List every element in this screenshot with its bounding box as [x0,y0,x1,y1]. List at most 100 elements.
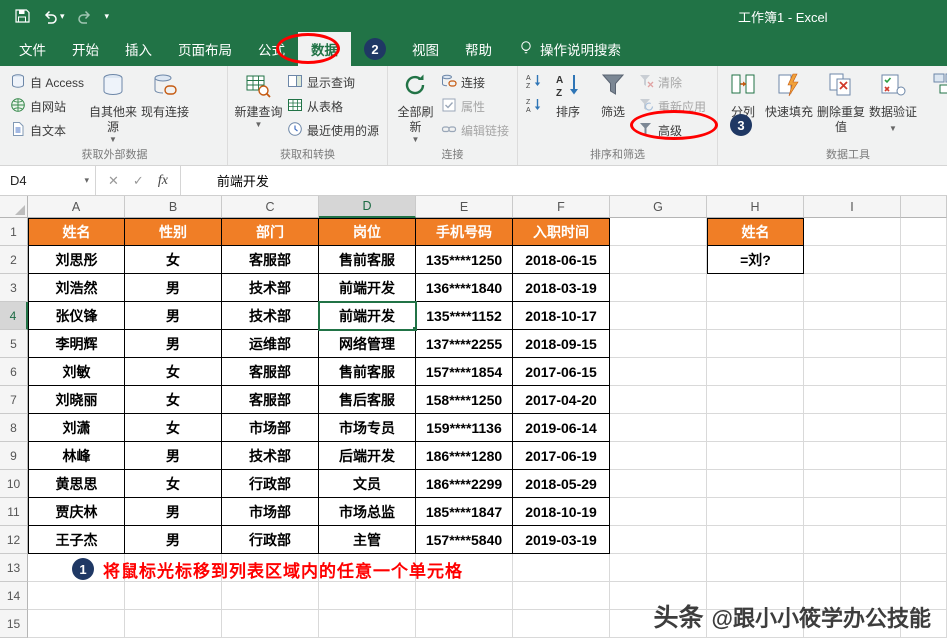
row-header-2[interactable]: 2 [0,246,28,274]
connections-button[interactable]: 连接 [438,71,512,93]
text-to-columns-button[interactable]: 分列 [723,69,763,120]
remove-duplicates-button[interactable]: 删除重复值 [815,69,867,135]
row-header-7[interactable]: 7 [0,386,28,414]
cell-B11[interactable]: 男 [125,498,222,526]
cell-I13[interactable] [804,554,901,582]
cell-F11[interactable]: 2018-10-19 [513,498,610,526]
cell-E12[interactable]: 157****5840 [416,526,513,554]
clear-filter-button[interactable]: 清除 [635,71,709,93]
cell-C7[interactable]: 客服部 [222,386,319,414]
from-web-button[interactable]: 自网站 [7,95,87,117]
row-header-10[interactable]: 10 [0,470,28,498]
column-header-G[interactable]: G [610,196,707,218]
from-access-button[interactable]: 自 Access [7,71,87,93]
cell-C5[interactable]: 运维部 [222,330,319,358]
cell-B5[interactable]: 男 [125,330,222,358]
cell-F6[interactable]: 2017-06-15 [513,358,610,386]
cell-H13[interactable] [707,554,804,582]
row-header-13[interactable]: 13 [0,554,28,582]
cell-E3[interactable]: 136****1840 [416,274,513,302]
column-header-I[interactable]: I [804,196,901,218]
sort-descending-button[interactable]: ZA [523,95,545,117]
cell-D8[interactable]: 市场专员 [319,414,416,442]
cell-G1[interactable] [610,218,707,246]
cell-D3[interactable]: 前端开发 [319,274,416,302]
cell-I1[interactable] [804,218,901,246]
advanced-filter-button[interactable]: 高级 [635,119,709,141]
row-header-14[interactable]: 14 [0,582,28,610]
cell-A5[interactable]: 李明辉 [28,330,125,358]
from-other-sources-button[interactable]: 自其他来源 ▼ [87,69,139,145]
cell-G2[interactable] [610,246,707,274]
column-header-E[interactable]: E [416,196,513,218]
cell-E10[interactable]: 186****2299 [416,470,513,498]
data-validation-button[interactable]: 数据验证 ▼ [867,69,919,135]
edit-links-button[interactable]: 编辑链接 [438,119,512,141]
save-button[interactable] [14,8,30,24]
cell-B10[interactable]: 女 [125,470,222,498]
cell-E6[interactable]: 157****1854 [416,358,513,386]
cell-I11[interactable] [804,498,901,526]
cell-I9[interactable] [804,442,901,470]
cell-B12[interactable]: 男 [125,526,222,554]
reapply-filter-button[interactable]: 重新应用 [635,95,709,117]
cell-C11[interactable]: 市场部 [222,498,319,526]
formula-input[interactable]: 前端开发 [181,166,947,195]
cell-D4[interactable]: 前端开发 [319,302,416,330]
cell-C3[interactable]: 技术部 [222,274,319,302]
cell-D6[interactable]: 售前客服 [319,358,416,386]
cell-F9[interactable]: 2017-06-19 [513,442,610,470]
cell-D1[interactable]: 岗位 [319,218,416,246]
cell-A4[interactable]: 张仪锋 [28,302,125,330]
cell-G7[interactable] [610,386,707,414]
cell-E4[interactable]: 135****1152 [416,302,513,330]
cell-C2[interactable]: 客服部 [222,246,319,274]
cell-B3[interactable]: 男 [125,274,222,302]
cell-G13[interactable] [610,554,707,582]
flash-fill-button[interactable]: 快速填充 [763,69,815,120]
cell-H9[interactable] [707,442,804,470]
cell-I8[interactable] [804,414,901,442]
cell-E11[interactable]: 185****1847 [416,498,513,526]
row-header-1[interactable]: 1 [0,218,28,246]
cell-A10[interactable]: 黄思思 [28,470,125,498]
cell-D12[interactable]: 主管 [319,526,416,554]
new-query-button[interactable]: 新建查询 ▼ [233,69,284,130]
cell-C12[interactable]: 行政部 [222,526,319,554]
cell-F12[interactable]: 2019-03-19 [513,526,610,554]
cell-E7[interactable]: 158****1250 [416,386,513,414]
undo-button[interactable]: ▾ [42,8,65,24]
column-header-H[interactable]: H [707,196,804,218]
cell-E9[interactable]: 186****1280 [416,442,513,470]
cell-A9[interactable]: 林峰 [28,442,125,470]
cell-I7[interactable] [804,386,901,414]
cell-B6[interactable]: 女 [125,358,222,386]
cell-F5[interactable]: 2018-09-15 [513,330,610,358]
properties-button[interactable]: 属性 [438,95,512,117]
cell-E1[interactable]: 手机号码 [416,218,513,246]
name-box[interactable]: D4 ▾ [0,166,96,195]
cell-D2[interactable]: 售前客服 [319,246,416,274]
row-header-11[interactable]: 11 [0,498,28,526]
cancel-icon[interactable]: ✕ [108,173,119,189]
tab-data[interactable]: 数据 [298,32,351,66]
tab-home[interactable]: 开始 [59,32,112,66]
customize-qat-button[interactable]: ▾ [105,11,110,22]
filter-button[interactable]: 筛选 [591,69,635,120]
cell-C6[interactable]: 客服部 [222,358,319,386]
cell-E8[interactable]: 159****1136 [416,414,513,442]
cell-G10[interactable] [610,470,707,498]
cell-F4[interactable]: 2018-10-17 [513,302,610,330]
cell-G9[interactable] [610,442,707,470]
from-text-button[interactable]: 自文本 [7,119,87,141]
cell-B1[interactable]: 性别 [125,218,222,246]
cell-I6[interactable] [804,358,901,386]
cell-A3[interactable]: 刘浩然 [28,274,125,302]
consolidate-button-partial[interactable] [919,69,947,102]
cell-D11[interactable]: 市场总监 [319,498,416,526]
cell-E14[interactable] [416,582,513,610]
sort-ascending-button[interactable]: AZ [523,71,545,93]
cell-G6[interactable] [610,358,707,386]
cell-C15[interactable] [222,610,319,638]
cell-H3[interactable] [707,274,804,302]
